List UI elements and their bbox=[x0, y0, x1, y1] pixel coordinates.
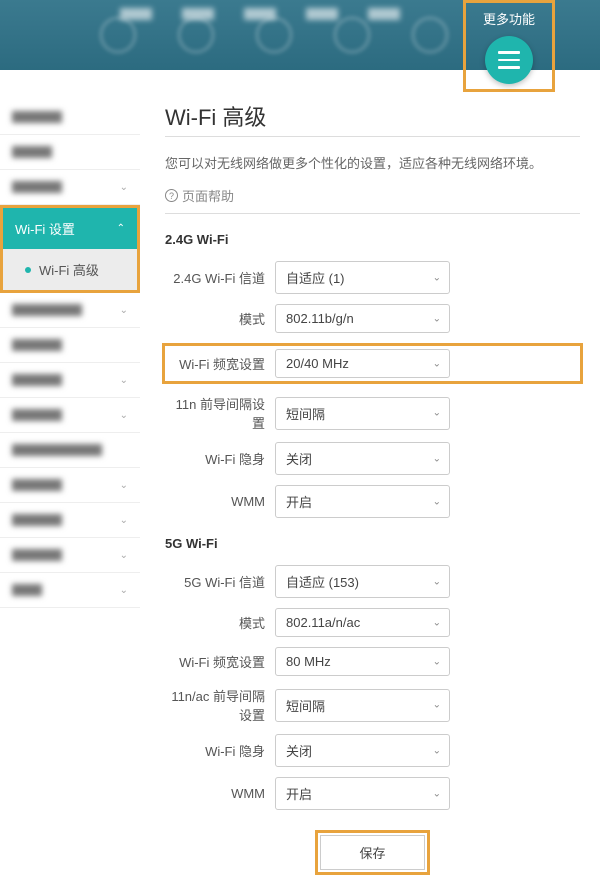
chevron-down-icon: ⌄ bbox=[120, 410, 128, 421]
chevron-down-icon: ⌄ bbox=[433, 496, 441, 507]
hamburger-icon bbox=[498, 66, 520, 69]
select-5g-channel[interactable]: 自适应 (153) ⌄ bbox=[275, 565, 450, 598]
chevron-down-icon: ⌄ bbox=[120, 305, 128, 316]
chevron-down-icon: ⌄ bbox=[120, 182, 128, 193]
chevron-down-icon: ⌄ bbox=[433, 408, 441, 419]
select-24g-bandwidth[interactable]: 20/40 MHz ⌄ bbox=[275, 349, 450, 378]
save-button-highlight: 保存 bbox=[315, 830, 429, 875]
sidebar-wifi-highlight: Wi-Fi 设置 ⌃ Wi-Fi 高级 bbox=[0, 205, 140, 293]
row-5g-bandwidth: Wi-Fi 频宽设置 80 MHz ⌄ bbox=[165, 647, 580, 676]
chevron-down-icon: ⌄ bbox=[433, 313, 441, 324]
top-nav-icon-blur bbox=[334, 17, 370, 53]
label-24g-hidden: Wi-Fi 隐身 bbox=[165, 449, 275, 468]
label-24g-wmm: WMM bbox=[165, 494, 275, 509]
top-nav-icon-blur bbox=[412, 17, 448, 53]
top-nav-icon-blur bbox=[178, 17, 214, 53]
help-icon: ? bbox=[165, 189, 178, 202]
row-24g-guard: 11n 前导间隔设置 短间隔 ⌄ bbox=[165, 394, 580, 432]
label-5g-guard: 11n/ac 前导间隔设置 bbox=[165, 686, 275, 724]
sidebar-item-wifi-advanced[interactable]: Wi-Fi 高级 bbox=[3, 249, 137, 290]
sidebar-item[interactable]: ⌄ bbox=[0, 398, 140, 433]
chevron-down-icon: ⌄ bbox=[433, 617, 441, 628]
help-label: 页面帮助 bbox=[182, 186, 234, 205]
label-5g-hidden: Wi-Fi 隐身 bbox=[165, 741, 275, 760]
label-5g-mode: 模式 bbox=[165, 613, 275, 632]
label-5g-channel: 5G Wi-Fi 信道 bbox=[165, 572, 275, 591]
more-features-button[interactable] bbox=[485, 36, 533, 84]
sidebar: ⌄ Wi-Fi 设置 ⌃ Wi-Fi 高级 ⌄ ⌄ ⌄ ⌄ ⌄ ⌄ ⌄ bbox=[0, 100, 140, 895]
select-5g-mode[interactable]: 802.11a/n/ac ⌄ bbox=[275, 608, 450, 637]
save-button[interactable]: 保存 bbox=[320, 835, 424, 870]
sidebar-item[interactable] bbox=[0, 100, 140, 135]
chevron-down-icon: ⌄ bbox=[433, 788, 441, 799]
row-24g-hidden: Wi-Fi 隐身 关闭 ⌄ bbox=[165, 442, 580, 475]
chevron-up-icon: ⌃ bbox=[117, 223, 125, 234]
chevron-down-icon: ⌄ bbox=[433, 656, 441, 667]
select-24g-guard[interactable]: 短间隔 ⌄ bbox=[275, 397, 450, 430]
row-5g-wmm: WMM 开启 ⌄ bbox=[165, 777, 580, 810]
sidebar-item[interactable] bbox=[0, 433, 140, 468]
main-content: Wi-Fi 高级 您可以对无线网络做更多个性化的设置，适应各种无线网络环境。 ?… bbox=[140, 100, 600, 895]
select-5g-bandwidth[interactable]: 80 MHz ⌄ bbox=[275, 647, 450, 676]
select-24g-wmm[interactable]: 开启 ⌄ bbox=[275, 485, 450, 518]
sidebar-item[interactable]: ⌄ bbox=[0, 538, 140, 573]
row-24g-wmm: WMM 开启 ⌄ bbox=[165, 485, 580, 518]
sidebar-item[interactable]: ⌄ bbox=[0, 293, 140, 328]
page-title: Wi-Fi 高级 bbox=[165, 100, 580, 132]
top-nav-icon-blur bbox=[100, 17, 136, 53]
page-description: 您可以对无线网络做更多个性化的设置，适应各种无线网络环境。 bbox=[165, 153, 580, 172]
chevron-down-icon: ⌄ bbox=[120, 515, 128, 526]
sidebar-item[interactable]: ⌄ bbox=[0, 170, 140, 205]
chevron-down-icon: ⌄ bbox=[120, 550, 128, 561]
label-24g-guard: 11n 前导间隔设置 bbox=[165, 394, 275, 432]
label-24g-channel: 2.4G Wi-Fi 信道 bbox=[165, 268, 275, 287]
select-5g-hidden[interactable]: 关闭 ⌄ bbox=[275, 734, 450, 767]
sidebar-wifi-advanced-label: Wi-Fi 高级 bbox=[39, 260, 99, 279]
label-24g-mode: 模式 bbox=[165, 309, 275, 328]
select-24g-mode[interactable]: 802.11b/g/n ⌄ bbox=[275, 304, 450, 333]
hamburger-icon bbox=[498, 51, 520, 54]
select-5g-guard[interactable]: 短间隔 ⌄ bbox=[275, 689, 450, 722]
sidebar-item[interactable] bbox=[0, 328, 140, 363]
top-nav-icon-blur bbox=[256, 17, 292, 53]
row-24g-channel: 2.4G Wi-Fi 信道 自适应 (1) ⌄ bbox=[165, 261, 580, 294]
row-5g-channel: 5G Wi-Fi 信道 自适应 (153) ⌄ bbox=[165, 565, 580, 598]
row-5g-hidden: Wi-Fi 隐身 关闭 ⌄ bbox=[165, 734, 580, 767]
chevron-down-icon: ⌄ bbox=[433, 358, 441, 369]
chevron-down-icon: ⌄ bbox=[120, 480, 128, 491]
sidebar-item[interactable]: ⌄ bbox=[0, 468, 140, 503]
chevron-down-icon: ⌄ bbox=[433, 576, 441, 587]
active-dot-icon bbox=[25, 267, 31, 273]
sidebar-item[interactable]: ⌄ bbox=[0, 503, 140, 538]
chevron-down-icon: ⌄ bbox=[433, 745, 441, 756]
sidebar-item[interactable]: ⌄ bbox=[0, 363, 140, 398]
chevron-down-icon: ⌄ bbox=[433, 453, 441, 464]
chevron-down-icon: ⌄ bbox=[120, 585, 128, 596]
more-features-label: 更多功能 bbox=[466, 9, 552, 28]
sidebar-wifi-label: Wi-Fi 设置 bbox=[15, 219, 75, 238]
label-5g-wmm: WMM bbox=[165, 786, 275, 801]
sidebar-item[interactable] bbox=[0, 135, 140, 170]
section-title-5g: 5G Wi-Fi bbox=[165, 536, 580, 551]
top-bar: 更多功能 bbox=[0, 0, 600, 70]
section-title-24g: 2.4G Wi-Fi bbox=[165, 232, 580, 247]
row-24g-mode: 模式 802.11b/g/n ⌄ bbox=[165, 304, 580, 333]
highlight-24g-bandwidth: Wi-Fi 频宽设置 20/40 MHz ⌄ bbox=[162, 343, 583, 384]
row-5g-mode: 模式 802.11a/n/ac ⌄ bbox=[165, 608, 580, 637]
label-5g-bandwidth: Wi-Fi 频宽设置 bbox=[165, 652, 275, 671]
select-5g-wmm[interactable]: 开启 ⌄ bbox=[275, 777, 450, 810]
select-24g-channel[interactable]: 自适应 (1) ⌄ bbox=[275, 261, 450, 294]
sidebar-item[interactable]: ⌄ bbox=[0, 573, 140, 608]
hamburger-icon bbox=[498, 59, 520, 62]
chevron-down-icon: ⌄ bbox=[120, 375, 128, 386]
row-5g-guard: 11n/ac 前导间隔设置 短间隔 ⌄ bbox=[165, 686, 580, 724]
chevron-down-icon: ⌄ bbox=[433, 700, 441, 711]
sidebar-item-wifi-settings[interactable]: Wi-Fi 设置 ⌃ bbox=[3, 208, 137, 249]
chevron-down-icon: ⌄ bbox=[433, 272, 441, 283]
label-24g-bandwidth: Wi-Fi 频宽设置 bbox=[165, 354, 275, 373]
select-24g-hidden[interactable]: 关闭 ⌄ bbox=[275, 442, 450, 475]
page-help-link[interactable]: ? 页面帮助 bbox=[165, 186, 580, 205]
more-features-highlight: 更多功能 bbox=[463, 0, 555, 92]
